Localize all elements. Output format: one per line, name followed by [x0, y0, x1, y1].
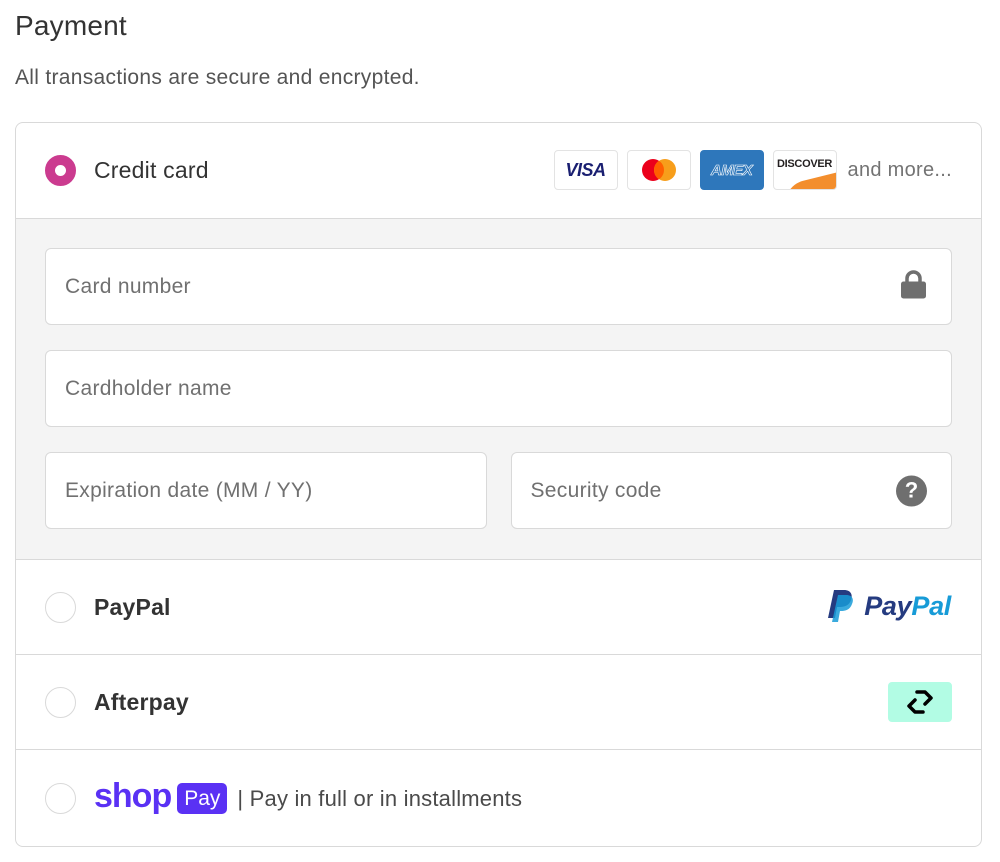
- expiration-date-input[interactable]: [46, 453, 486, 528]
- discover-text: DISCOVER: [777, 158, 833, 170]
- page-subtitle: All transactions are secure and encrypte…: [15, 66, 420, 89]
- payment-methods-panel: Credit card VISA AMEX DISCOVER and more.…: [15, 122, 982, 847]
- mastercard-logo-icon: [626, 150, 691, 190]
- credit-card-radio[interactable]: [45, 155, 76, 186]
- amex-logo-icon: AMEX: [699, 150, 764, 190]
- shop-pay-logo-shop: shop: [94, 776, 172, 815]
- shop-pay-radio[interactable]: [45, 783, 76, 814]
- visa-text: VISA: [565, 159, 607, 180]
- lock-icon: [900, 269, 927, 304]
- afterpay-label: Afterpay: [94, 688, 189, 715]
- cardholder-name-field[interactable]: [45, 350, 952, 427]
- payment-option-shop-pay[interactable]: shop Pay | Pay in full or in installment…: [16, 750, 981, 846]
- card-number-field[interactable]: [45, 248, 952, 325]
- afterpay-logo-icon: [888, 682, 952, 722]
- credit-card-label: Credit card: [94, 157, 209, 183]
- paypal-wordmark: PayPal: [864, 591, 951, 622]
- credit-card-form: ?: [16, 219, 981, 560]
- paypal-label: PayPal: [94, 593, 171, 620]
- card-brand-list: VISA AMEX DISCOVER and more...: [553, 150, 952, 190]
- cardholder-name-input[interactable]: [46, 351, 951, 426]
- paypal-logo-icon: PayPal: [826, 588, 951, 624]
- paypal-wordmark-pal: Pal: [911, 590, 951, 621]
- payment-option-credit-card[interactable]: Credit card VISA AMEX DISCOVER and more.…: [16, 123, 981, 219]
- paypal-p-icon: [828, 590, 854, 622]
- discover-logo-icon: DISCOVER: [772, 150, 837, 190]
- security-code-input[interactable]: [511, 453, 951, 528]
- expiration-date-field[interactable]: [45, 452, 487, 529]
- and-more-text: and more...: [847, 158, 952, 181]
- security-code-field[interactable]: ?: [510, 452, 952, 529]
- shop-pay-tagline: | Pay in full or in installments: [237, 785, 523, 811]
- shop-pay-logo-pay: Pay: [177, 782, 228, 815]
- amex-text: AMEX: [710, 161, 753, 179]
- paypal-radio[interactable]: [45, 591, 76, 623]
- afterpay-radio[interactable]: [45, 686, 76, 718]
- help-icon[interactable]: ?: [896, 475, 927, 506]
- card-number-input[interactable]: [46, 249, 951, 324]
- visa-logo-icon: VISA: [553, 150, 618, 190]
- page-title: Payment: [15, 10, 127, 41]
- payment-option-paypal[interactable]: PayPal PayPal: [16, 560, 981, 655]
- payment-option-afterpay[interactable]: Afterpay: [16, 655, 981, 750]
- paypal-wordmark-pay: Pay: [864, 590, 912, 621]
